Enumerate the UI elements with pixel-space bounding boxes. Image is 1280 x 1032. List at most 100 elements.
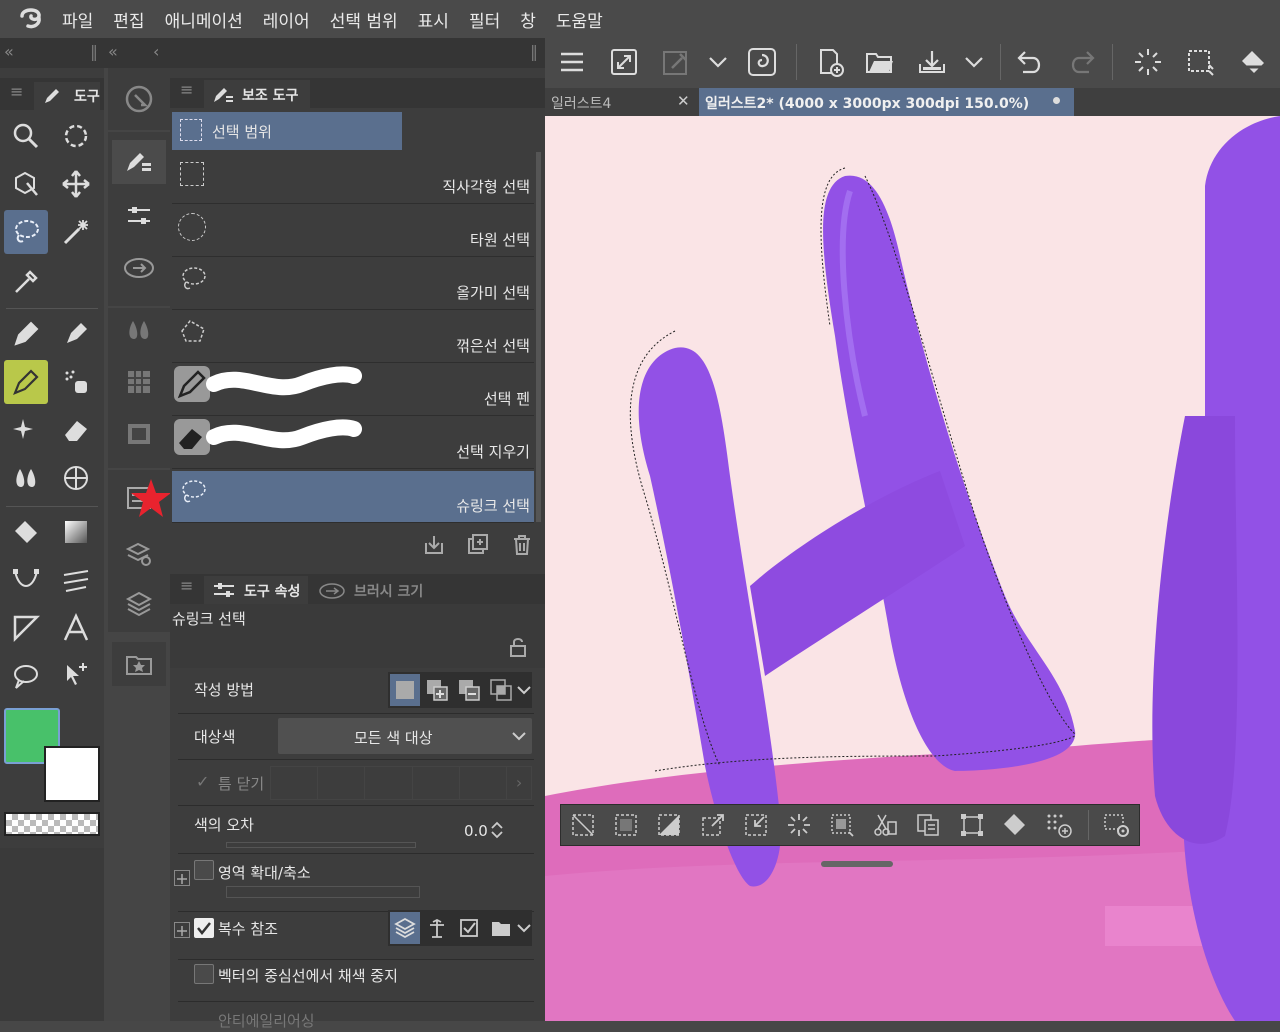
tab-tool[interactable]: 도구 — [34, 82, 100, 110]
invert-selection-icon[interactable] — [650, 806, 688, 844]
expand-plus-icon[interactable] — [174, 870, 190, 886]
tab-subtool[interactable]: 보조 도구 — [204, 80, 310, 108]
ruler-icon[interactable] — [4, 606, 48, 650]
layer-icon[interactable] — [112, 582, 166, 626]
subtool-panel-icon[interactable] — [112, 140, 166, 184]
target-color-select[interactable]: 모든 색 대상 — [278, 718, 532, 754]
object-icon[interactable] — [4, 162, 48, 206]
pen-icon[interactable] — [4, 312, 48, 356]
lasso-tool-icon[interactable] — [4, 210, 48, 254]
color-set-icon[interactable] — [112, 360, 166, 404]
subtool-item-ellipse-select[interactable]: 타원 선택 — [172, 205, 534, 257]
color-mixing-icon[interactable] — [112, 308, 166, 352]
subtool-item-selection-eraser[interactable]: 선택 지우기 — [172, 417, 534, 469]
tab-illust4[interactable]: 일러스트4 ✕ — [545, 88, 697, 116]
panel-menu-icon[interactable]: ≡ — [10, 82, 23, 101]
selected-layers-icon[interactable] — [454, 912, 484, 944]
collapse-left-icon[interactable]: « — [4, 42, 14, 61]
intersect-selection-icon[interactable] — [486, 674, 516, 706]
curve-ruler-icon[interactable] — [4, 558, 48, 602]
brush-size-icon[interactable] — [112, 246, 166, 290]
tab-brush-size[interactable]: 브러시 크기 — [314, 576, 434, 604]
menu-view[interactable]: 표시 — [418, 7, 449, 32]
menu-animation[interactable]: 애니메이션 — [165, 7, 243, 32]
eraser-icon[interactable] — [54, 408, 98, 452]
undo-icon[interactable] — [1010, 42, 1050, 82]
transform-icon[interactable] — [953, 806, 991, 844]
material-icon[interactable] — [112, 642, 166, 686]
menu-file[interactable]: 파일 — [62, 7, 93, 32]
color-tolerance-value[interactable]: 0.0 — [464, 822, 488, 840]
subtool-item-shrink-select[interactable]: 슈링크 선택 — [172, 471, 534, 523]
app-logo-icon[interactable] — [0, 0, 62, 38]
subtool-scrollbar[interactable] — [536, 152, 541, 522]
delete-outside-icon[interactable] — [823, 806, 861, 844]
redo-icon[interactable] — [1062, 42, 1102, 82]
close-icon[interactable]: ✕ — [677, 92, 690, 110]
chevron-down-icon-3[interactable] — [516, 912, 532, 944]
fit-screen-icon[interactable] — [604, 42, 644, 82]
color-tolerance-slider[interactable] — [226, 842, 416, 848]
gradient-icon[interactable] — [54, 510, 98, 554]
blend-icon[interactable] — [4, 456, 48, 500]
close-gap-slider[interactable]: › — [270, 766, 532, 800]
pencil-icon[interactable] — [54, 312, 98, 356]
rotate-icon[interactable] — [54, 114, 98, 158]
eyedropper-toolbar-icon[interactable] — [656, 42, 696, 82]
folder-icon[interactable] — [486, 912, 516, 944]
airbrush-icon[interactable] — [54, 360, 98, 404]
select-all-icon[interactable] — [607, 806, 645, 844]
menu-help[interactable]: 도움말 — [556, 7, 603, 32]
selection-stock-icon[interactable] — [1040, 806, 1078, 844]
hamburger-menu-icon[interactable] — [552, 42, 592, 82]
balloon-icon[interactable] — [4, 654, 48, 698]
subtool-item-polyline-select[interactable]: 꺾은선 선택 — [172, 311, 534, 363]
deselect-launcher-icon[interactable] — [564, 806, 602, 844]
fill-toolbar-icon[interactable] — [1234, 42, 1274, 82]
chevron-down-toolbar-icon[interactable] — [700, 42, 736, 82]
layer-search-icon[interactable] — [112, 532, 166, 576]
frame-ruler-icon[interactable] — [54, 558, 98, 602]
timeline-icon[interactable] — [112, 412, 166, 456]
navigator-icon[interactable] — [108, 68, 170, 130]
add-selection-icon[interactable] — [422, 674, 452, 706]
panel-menu-icon-3[interactable]: ≡ — [180, 576, 193, 595]
clear-icon[interactable] — [780, 806, 818, 844]
deselect-icon[interactable] — [1128, 42, 1168, 82]
text-icon[interactable] — [54, 606, 98, 650]
collapse-left-icon-2[interactable]: « — [108, 42, 118, 61]
reference-layer-icon[interactable] — [422, 912, 452, 944]
tab-tool-property[interactable]: 도구 속성 — [204, 576, 308, 604]
download-icon[interactable] — [422, 533, 446, 557]
selection-border-icon[interactable] — [1180, 42, 1220, 82]
cut-paste-icon[interactable] — [866, 806, 904, 844]
canvas[interactable] — [545, 116, 1280, 1021]
trash-icon[interactable] — [510, 533, 534, 557]
fill-launcher-icon[interactable] — [996, 806, 1034, 844]
menu-selection[interactable]: 선택 범위 — [330, 7, 398, 32]
panel-menu-icon-2[interactable]: ≡ — [180, 80, 193, 99]
new-selection-icon[interactable] — [390, 674, 420, 706]
launcher-settings-icon[interactable] — [1098, 806, 1136, 844]
subtool-item-selection-pen[interactable]: 선택 펜 — [172, 364, 534, 416]
multi-reference-checkbox[interactable] — [194, 918, 214, 938]
spiral-logo-icon[interactable] — [742, 42, 782, 82]
subtool-item-lasso[interactable]: 올가미 선택 — [172, 258, 534, 310]
chevron-down-icon[interactable] — [516, 674, 532, 706]
duplicate-icon[interactable] — [466, 533, 490, 557]
brush-icon[interactable] — [4, 360, 48, 404]
area-scaling-slider[interactable] — [226, 886, 420, 898]
menu-window[interactable]: 창 — [520, 7, 536, 32]
fill-icon[interactable] — [4, 510, 48, 554]
vector-center-checkbox[interactable] — [194, 964, 214, 984]
expand-selection-icon[interactable] — [694, 806, 732, 844]
menu-filter[interactable]: 필터 — [469, 7, 500, 32]
area-scaling-checkbox[interactable] — [194, 860, 214, 880]
sub-color-swatch[interactable] — [44, 746, 100, 802]
eyedropper-icon[interactable] — [4, 260, 48, 304]
figure-icon[interactable] — [54, 456, 98, 500]
close-gap-check-icon[interactable]: ✓ — [196, 772, 209, 791]
lock-icon[interactable] — [508, 636, 528, 658]
all-layers-icon[interactable] — [390, 912, 420, 944]
transparent-color-swatch[interactable] — [4, 812, 100, 836]
